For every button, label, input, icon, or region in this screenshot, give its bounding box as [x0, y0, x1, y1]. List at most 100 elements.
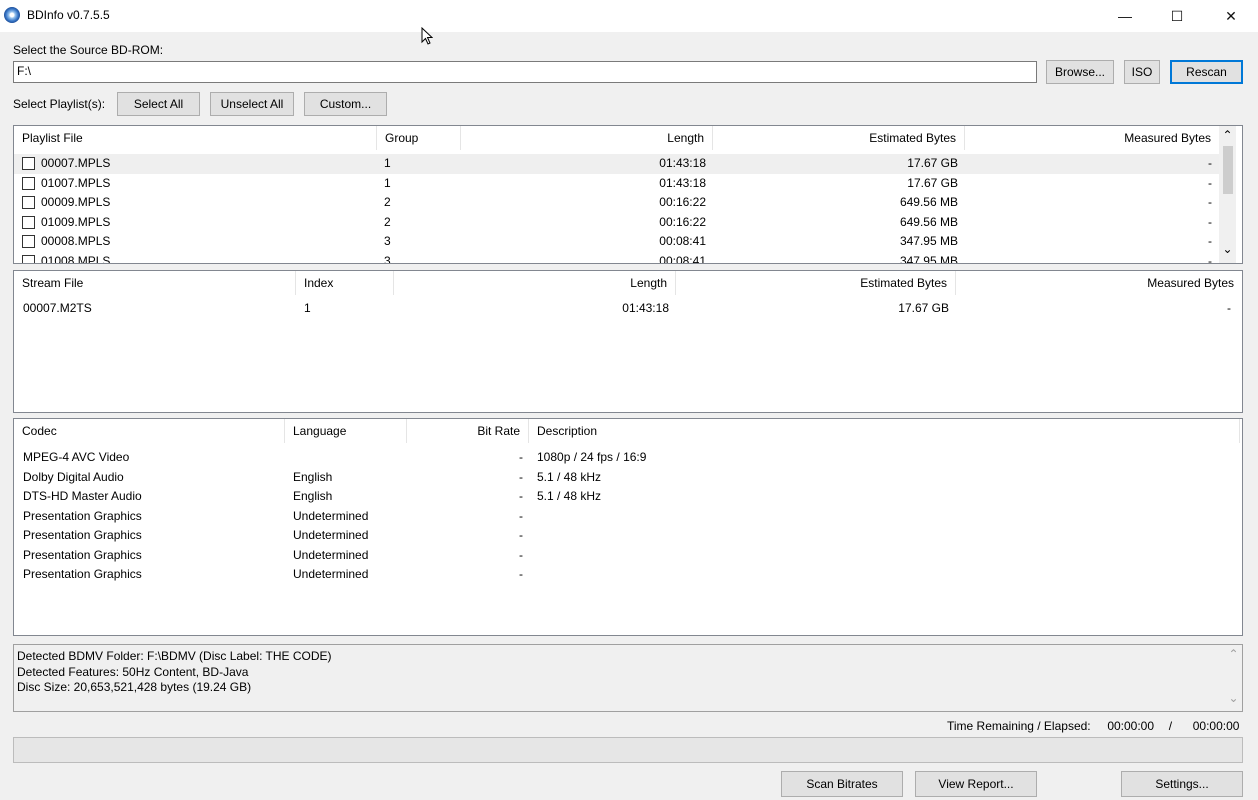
playlist-list[interactable]: Playlist File Group Length Estimated Byt…	[13, 125, 1243, 264]
select-all-button[interactable]: Select All	[117, 92, 200, 116]
playlist-measured-bytes: -	[1208, 176, 1212, 190]
time-separator: /	[1168, 719, 1173, 733]
codec-bitrate: -	[519, 528, 523, 542]
codec-name[interactable]: Presentation Graphics	[23, 507, 142, 527]
playlist-checkbox[interactable]	[22, 235, 35, 248]
settings-button[interactable]: Settings...	[1121, 771, 1243, 797]
scroll-down-icon[interactable]: ⌄	[1219, 242, 1236, 258]
source-path-input[interactable]: F:\	[13, 61, 1037, 83]
playlist-checkbox[interactable]	[22, 255, 35, 263]
playlist-file[interactable]: 00007.MPLS	[41, 154, 110, 174]
codec-name[interactable]: Presentation Graphics	[23, 546, 142, 566]
playlist-estimated-bytes: 649.56 MB	[899, 195, 958, 209]
close-button[interactable]: ✕	[1208, 0, 1254, 32]
playlist-estimated-bytes: 17.67 GB	[907, 176, 958, 190]
codec-language: English	[293, 469, 333, 484]
source-label: Select the Source BD-ROM:	[13, 43, 164, 57]
codec-language: English	[293, 489, 333, 503]
playlist-checkbox[interactable]	[22, 216, 35, 229]
playlist-group: 1	[384, 176, 391, 190]
codec-name[interactable]: DTS-HD Master Audio	[23, 487, 142, 507]
playlist-length: 01:43:18	[659, 156, 706, 170]
codec-name[interactable]: Dolby Digital Audio	[23, 468, 124, 488]
stream-measured-bytes: -	[1227, 301, 1231, 315]
codec-language: Undetermined	[293, 567, 369, 581]
playlist-file[interactable]: 00009.MPLS	[41, 193, 110, 213]
column-header[interactable]: Length	[461, 126, 713, 150]
playlist-measured-bytes: -	[1208, 254, 1212, 264]
column-header[interactable]: Codec	[14, 419, 285, 443]
codec-bitrate: -	[519, 450, 523, 464]
playlist-length: 00:16:22	[659, 215, 706, 229]
playlist-checkbox[interactable]	[22, 196, 35, 209]
stream-estimated-bytes: 17.67 GB	[898, 301, 949, 315]
playlist-scroll-thumb[interactable]	[1223, 146, 1233, 194]
playlist-length: 01:43:18	[659, 176, 706, 190]
minimize-button[interactable]: —	[1102, 0, 1148, 32]
scroll-up-icon[interactable]: ⌃	[1219, 128, 1236, 144]
iso-button[interactable]: ISO	[1124, 60, 1160, 84]
playlist-length: 00:08:41	[659, 234, 706, 248]
playlist-group: 2	[384, 195, 391, 209]
playlist-group: 3	[384, 254, 391, 264]
time-label: Time Remaining / Elapsed:	[947, 719, 1091, 733]
mouse-cursor-icon	[421, 27, 433, 45]
stream-file[interactable]: 00007.M2TS	[23, 299, 92, 319]
column-header[interactable]: Group	[377, 126, 461, 150]
disc-info-scrollbar[interactable]: ⌃ ⌄	[1225, 645, 1242, 711]
time-remaining: 00:00:00	[1107, 719, 1155, 733]
column-header[interactable]: Measured Bytes	[965, 126, 1219, 150]
column-header[interactable]: Bit Rate	[407, 419, 529, 443]
column-header[interactable]: Stream File	[14, 271, 296, 295]
codec-description: 1080p / 24 fps / 16:9	[537, 450, 647, 464]
unselect-all-button[interactable]: Unselect All	[210, 92, 294, 116]
rescan-button[interactable]: Rescan	[1170, 60, 1243, 84]
view-report-button[interactable]: View Report...	[915, 771, 1037, 797]
playlist-file[interactable]: 01008.MPLS	[41, 252, 110, 263]
custom-button[interactable]: Custom...	[304, 92, 387, 116]
playlist-checkbox[interactable]	[22, 157, 35, 170]
codec-name[interactable]: MPEG-4 AVC Video	[23, 448, 129, 468]
codec-bitrate: -	[519, 567, 523, 581]
window-title: BDInfo v0.7.5.5	[27, 8, 110, 22]
column-header[interactable]: Estimated Bytes	[676, 271, 956, 295]
playlist-file[interactable]: 01007.MPLS	[41, 174, 110, 194]
playlist-file[interactable]: 00008.MPLS	[41, 232, 110, 252]
codec-name[interactable]: Presentation Graphics	[23, 526, 142, 546]
column-header[interactable]: Measured Bytes	[956, 271, 1242, 295]
playlist-file[interactable]: 01009.MPLS	[41, 213, 110, 233]
playlist-length: 00:08:41	[659, 254, 706, 264]
codec-bitrate: -	[519, 508, 523, 523]
stream-list[interactable]: Stream File Index Length Estimated Bytes…	[13, 270, 1243, 413]
codec-bitrate: -	[519, 489, 523, 503]
disc-info-text: Detected BDMV Folder: F:\BDMV (Disc Labe…	[17, 649, 332, 694]
column-header[interactable]: Estimated Bytes	[713, 126, 965, 150]
playlist-estimated-bytes: 347.95 MB	[899, 254, 958, 264]
scan-progress-bar	[13, 737, 1243, 763]
column-header[interactable]: Language	[285, 419, 407, 443]
column-header[interactable]: Index	[296, 271, 394, 295]
time-elapsed: 00:00:00	[1192, 719, 1240, 733]
scroll-down-icon[interactable]: ⌄	[1225, 691, 1242, 705]
playlist-length: 00:16:22	[659, 195, 706, 209]
playlist-measured-bytes: -	[1208, 234, 1212, 248]
maximize-button[interactable]: ☐	[1154, 0, 1200, 32]
playlist-checkbox[interactable]	[22, 177, 35, 190]
disc-icon	[4, 7, 20, 23]
browse-button[interactable]: Browse...	[1046, 60, 1114, 84]
scroll-up-icon[interactable]: ⌃	[1225, 647, 1242, 661]
stream-index: 1	[304, 301, 311, 315]
codec-language: Undetermined	[293, 508, 369, 523]
disc-info-textbox[interactable]: Detected BDMV Folder: F:\BDMV (Disc Labe…	[13, 644, 1243, 712]
scan-bitrates-button[interactable]: Scan Bitrates	[781, 771, 903, 797]
codec-list[interactable]: Codec Language Bit Rate Description MPEG…	[13, 418, 1243, 636]
playlist-estimated-bytes: 649.56 MB	[899, 215, 958, 229]
codec-name[interactable]: Presentation Graphics	[23, 565, 142, 585]
playlist-group: 2	[384, 215, 391, 229]
column-header[interactable]: Description	[529, 419, 1240, 443]
column-header[interactable]: Playlist File	[14, 126, 377, 150]
codec-language: Undetermined	[293, 547, 369, 562]
playlist-measured-bytes: -	[1208, 215, 1212, 229]
codec-bitrate: -	[519, 547, 523, 562]
column-header[interactable]: Length	[394, 271, 676, 295]
